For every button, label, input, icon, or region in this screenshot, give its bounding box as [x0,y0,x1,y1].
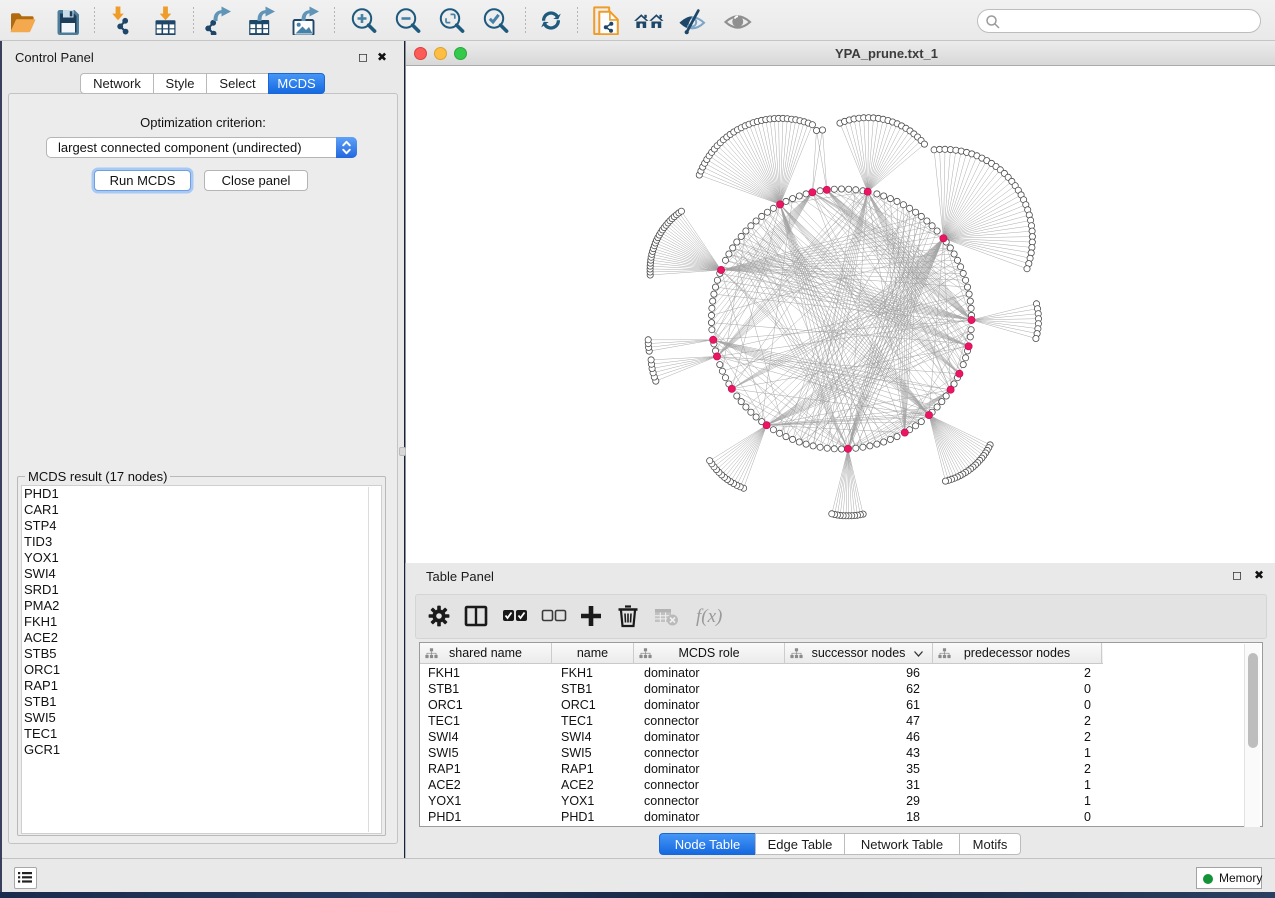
svg-text:f(x): f(x) [696,606,722,627]
